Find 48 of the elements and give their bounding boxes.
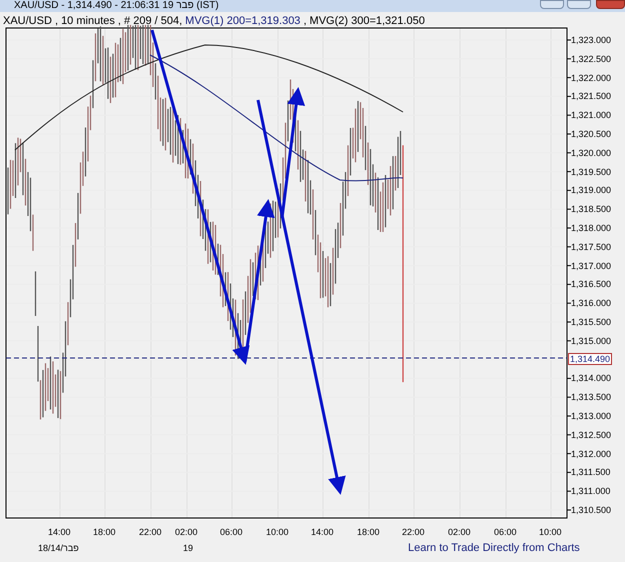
time-label: 14:00 xyxy=(311,526,334,539)
close-button[interactable] xyxy=(596,0,625,9)
price-label: 1,312.000 xyxy=(571,448,612,459)
price-label: 1,311.000 xyxy=(571,486,610,496)
time-label: 18:00 xyxy=(93,526,116,539)
price-label: 1,322.000 xyxy=(571,72,612,83)
date-label: 18/14/פבר xyxy=(38,542,79,555)
price-label: 1,318.500 xyxy=(571,204,612,214)
time-label: 22:00 xyxy=(402,526,425,539)
price-label: 1,323.000 xyxy=(571,35,612,45)
time-label: 14:00 xyxy=(48,526,71,539)
price-label: 1,314.000 xyxy=(571,373,612,384)
minimize-button[interactable] xyxy=(540,0,564,9)
price-label: 1,315.500 xyxy=(571,317,612,327)
time-label: 18:00 xyxy=(357,526,380,539)
time-label: 10:00 xyxy=(539,526,562,539)
indicator-label: MVG(1) 200=1,319.303 xyxy=(185,14,300,29)
price-label: 1,320.500 xyxy=(571,129,612,139)
price-label: 1,319.500 xyxy=(571,166,612,177)
time-label: 10:00 xyxy=(266,526,289,539)
price-label: 1,322.500 xyxy=(571,54,612,64)
time-label: 22:00 xyxy=(139,526,162,539)
time-label: 06:00 xyxy=(220,526,243,539)
price-label: 1,316.000 xyxy=(571,298,612,308)
price-label: 1,318.000 xyxy=(571,223,612,233)
price-label: 1,320.000 xyxy=(571,148,612,158)
time-label: 06:00 xyxy=(494,526,517,539)
price-label: 1,313.000 xyxy=(571,411,612,421)
chart-header: XAU/USD , 10 minutes , # 209 / 504, xyxy=(3,14,182,29)
chart-header: , MVG(2) 300=1,321.050 xyxy=(303,14,425,29)
chart-link[interactable]: Learn to Trade Directly from Charts xyxy=(408,540,580,556)
price-label: 1,316.500 xyxy=(571,279,612,290)
price-label: 1,321.500 xyxy=(571,91,612,102)
maximize-button[interactable] xyxy=(567,0,591,9)
price-label: 1,312.500 xyxy=(571,430,612,440)
price-label: 1,317.000 xyxy=(571,260,612,271)
time-label: 02:00 xyxy=(175,526,198,539)
date-label: 19 xyxy=(183,542,194,555)
price-label: 1,319.000 xyxy=(571,185,612,196)
window-title: XAU/USD - 1,314.490 - 21:06:31 19 פבר (IST) xyxy=(14,0,219,12)
price-label: 1,311.500 xyxy=(571,467,610,478)
price-label: 1,321.000 xyxy=(571,110,612,120)
price-label: 1,317.500 xyxy=(571,242,612,252)
time-label: 02:00 xyxy=(448,526,471,539)
price-label: 1,313.500 xyxy=(571,392,612,402)
price-label: 1,315.000 xyxy=(571,336,612,346)
current-price-label: 1,314.490 xyxy=(568,353,612,365)
price-label: 1,310.500 xyxy=(571,505,612,515)
